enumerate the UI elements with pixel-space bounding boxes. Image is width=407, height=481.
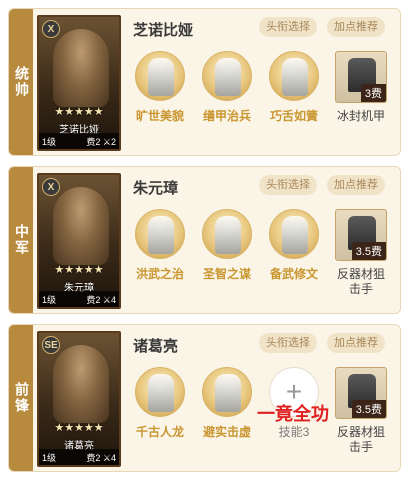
skill-slot[interactable]: 圣智之谋 bbox=[196, 209, 258, 282]
gear-cost-badge: 3.5费 bbox=[351, 242, 386, 260]
star-rating: ★★★★★ bbox=[54, 106, 104, 118]
stat-text: 4 bbox=[110, 294, 116, 305]
rank-badge-icon: X bbox=[42, 178, 60, 196]
cost-text: 费2 bbox=[86, 136, 101, 147]
rank-badge-icon: X bbox=[42, 20, 60, 38]
gear-label: 冰封机甲 bbox=[336, 109, 385, 123]
hero-portrait[interactable]: X ★★★★★ 朱元璋 1级 费2 ⚔4 bbox=[37, 173, 121, 309]
skill-label: 备武修文 bbox=[269, 267, 318, 281]
gear-cost-badge: 3费 bbox=[360, 84, 386, 102]
role-tab: 中军 bbox=[9, 167, 33, 313]
skill-icon bbox=[135, 367, 185, 417]
level-text: 1级 bbox=[42, 294, 57, 305]
gear-slot[interactable]: 3费 冰封机甲 bbox=[335, 51, 387, 124]
stat-icon: ⚔ bbox=[102, 136, 111, 147]
cost-text: 费2 bbox=[86, 294, 101, 305]
rank-badge-icon: SE bbox=[42, 336, 60, 354]
skill-icon bbox=[202, 367, 252, 417]
cost-stat: 费2 ⚔4 bbox=[86, 293, 116, 306]
skill-label: 巧舌如簧 bbox=[269, 109, 318, 123]
cost-stat: 费2 ⚔2 bbox=[86, 135, 116, 148]
level-text: 1级 bbox=[42, 136, 57, 147]
hero-card: 统帅 X ★★★★★ 芝诺比娅 1级 费2 ⚔2 芝诺比娅 头衔选择 加点推荐 … bbox=[8, 8, 401, 156]
hero-name: 朱元璋 bbox=[133, 180, 179, 197]
stat-text: 2 bbox=[110, 136, 116, 147]
hero-name: 诸葛亮 bbox=[133, 338, 179, 355]
skill-icon bbox=[135, 209, 185, 259]
gear-slot[interactable]: 3.5费 反器材狙击手 bbox=[335, 209, 387, 297]
skill-label: 缮甲治兵 bbox=[202, 109, 251, 123]
point-recommend-button[interactable]: 加点推荐 bbox=[327, 175, 385, 195]
skill-slot[interactable]: 旷世美貌 bbox=[129, 51, 191, 124]
hero-card: 中军 X ★★★★★ 朱元璋 1级 费2 ⚔4 朱元璋 头衔选择 加点推荐 洪武… bbox=[8, 166, 401, 314]
title-select-button[interactable]: 头衔选择 bbox=[259, 333, 317, 353]
gear-image: 3费 bbox=[335, 51, 387, 103]
star-rating: ★★★★★ bbox=[54, 264, 104, 276]
skill-icon bbox=[202, 51, 252, 101]
cost-stat: 费2 ⚔4 bbox=[86, 451, 116, 464]
hero-name: 芝诺比娅 bbox=[133, 22, 194, 39]
hero-card: 前锋 SE ★★★★★ 诸葛亮 1级 费2 ⚔4 诸葛亮 头衔选择 加点推荐 千… bbox=[8, 324, 401, 472]
portrait-footer: 1级 费2 ⚔4 bbox=[39, 291, 119, 307]
role-tab: 统帅 bbox=[9, 9, 33, 155]
skill-label: 洪武之治 bbox=[135, 267, 184, 281]
star-rating: ★★★★★ bbox=[54, 422, 104, 434]
skill-slot[interactable]: 巧舌如簧 bbox=[263, 51, 325, 124]
point-recommend-button[interactable]: 加点推荐 bbox=[327, 17, 385, 37]
gear-label: 反器材狙击手 bbox=[336, 267, 385, 296]
hero-portrait[interactable]: X ★★★★★ 芝诺比娅 1级 费2 ⚔2 bbox=[37, 15, 121, 151]
skill-slot[interactable]: 缮甲治兵 bbox=[196, 51, 258, 124]
cost-text: 费2 bbox=[86, 452, 101, 463]
gear-cost-badge: 3.5费 bbox=[351, 400, 386, 418]
skill-icon bbox=[135, 51, 185, 101]
hero-figure-image bbox=[53, 187, 109, 265]
stat-icon: ⚔ bbox=[102, 294, 111, 305]
skill-label: 避实击虚 bbox=[202, 425, 251, 439]
skill-icon bbox=[202, 209, 252, 259]
skill-slot[interactable]: 千古人龙 bbox=[129, 367, 191, 440]
skill-icon bbox=[269, 51, 319, 101]
gear-image: 3.5费 bbox=[335, 209, 387, 261]
point-recommend-button[interactable]: 加点推荐 bbox=[327, 333, 385, 353]
skill-label: 旷世美貌 bbox=[135, 109, 184, 123]
skill-slot[interactable]: 洪武之治 bbox=[129, 209, 191, 282]
level-text: 1级 bbox=[42, 452, 57, 463]
gear-slot[interactable]: 3.5费 反器材狙击手 bbox=[335, 367, 387, 455]
role-tab: 前锋 bbox=[9, 325, 33, 471]
gear-image: 3.5费 bbox=[335, 367, 387, 419]
gear-label: 反器材狙击手 bbox=[336, 425, 385, 454]
skill-label: 圣智之谋 bbox=[202, 267, 251, 281]
stat-icon: ⚔ bbox=[102, 452, 111, 463]
title-select-button[interactable]: 头衔选择 bbox=[259, 175, 317, 195]
stat-text: 4 bbox=[110, 452, 116, 463]
hero-figure-image bbox=[53, 345, 109, 423]
hero-portrait[interactable]: SE ★★★★★ 诸葛亮 1级 费2 ⚔4 bbox=[37, 331, 121, 467]
skill-label: 千古人龙 bbox=[135, 425, 184, 439]
skill-slot[interactable]: 避实击虚 bbox=[196, 367, 258, 440]
title-select-button[interactable]: 头衔选择 bbox=[259, 17, 317, 37]
portrait-footer: 1级 费2 ⚔2 bbox=[39, 133, 119, 149]
skill-icon bbox=[269, 209, 319, 259]
skill-slot[interactable]: 备武修文 bbox=[263, 209, 325, 282]
hero-figure-image bbox=[53, 29, 109, 107]
overlay-skill-text: 一竟全功 bbox=[257, 404, 329, 424]
portrait-footer: 1级 费2 ⚔4 bbox=[39, 449, 119, 465]
